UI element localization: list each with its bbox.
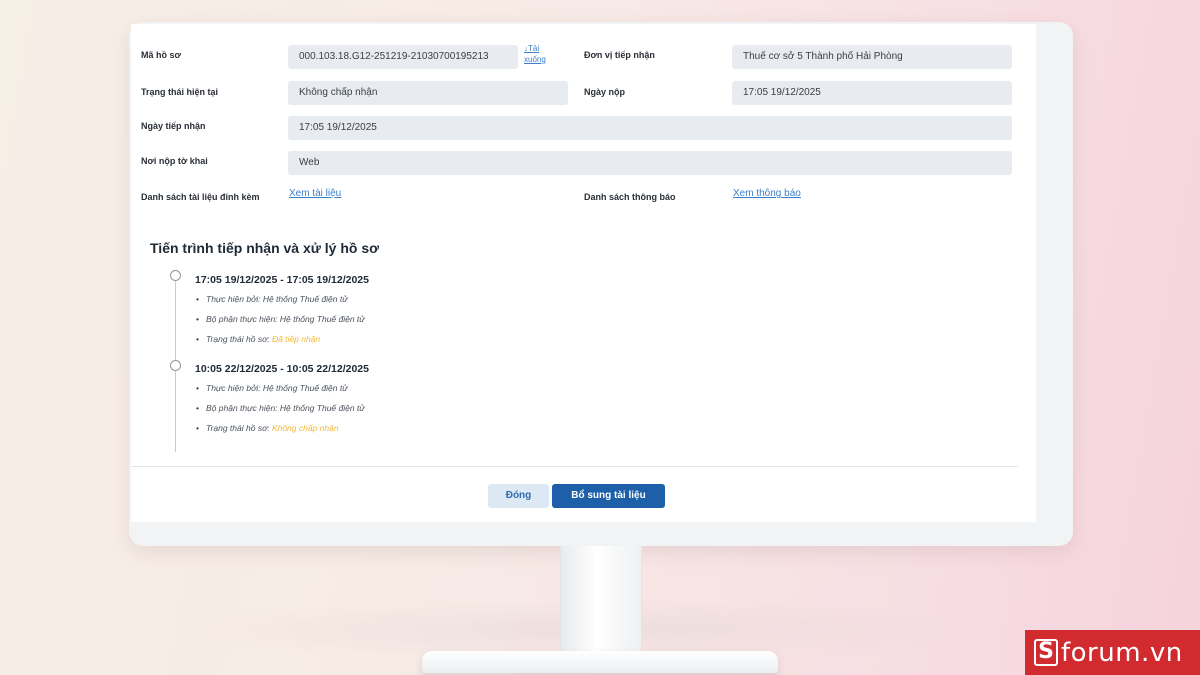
monitor-stand-neck xyxy=(560,546,642,654)
thong-bao-label: Danh sách thông báo xyxy=(584,192,676,202)
footer-divider xyxy=(131,466,1018,467)
timeline-department: Bộ phận thực hiện: Hệ thống Thuế điện tử xyxy=(196,403,365,413)
ngay-tiep-nhan-field: 17:05 19/12/2025 xyxy=(288,116,1012,140)
close-button[interactable]: Đóng xyxy=(488,484,549,508)
trang-thai-field: Không chấp nhận xyxy=(288,81,568,105)
timeline-department: Bộ phận thực hiện: Hệ thống Thuế điện tử xyxy=(196,314,365,324)
ma-ho-so-label: Mã hồ sơ xyxy=(141,50,181,60)
timeline-entry-time: 17:05 19/12/2025 - 17:05 19/12/2025 xyxy=(195,274,369,286)
ngay-nop-field: 17:05 19/12/2025 xyxy=(732,81,1012,105)
ma-ho-so-field: 000.103.18.G12-251219-21030700195213 xyxy=(288,45,518,69)
monitor-screen: Mã hồ sơ 000.103.18.G12-251219-210307001… xyxy=(131,24,1036,522)
ngay-nop-label: Ngày nộp xyxy=(584,87,626,97)
noi-nop-label: Nơi nộp tờ khai xyxy=(141,156,208,166)
xem-thong-bao-link[interactable]: Xem thông báo xyxy=(733,188,801,199)
timeline-status-value: Không chấp nhận xyxy=(271,423,339,433)
timeline-dot-icon xyxy=(170,360,181,371)
timeline-status-label: Trạng thái hồ sơ: xyxy=(206,423,272,433)
timeline-status-label: Trạng thái hồ sơ: xyxy=(206,334,272,344)
don-vi-tiep-nhan-label: Đơn vị tiếp nhận xyxy=(584,50,655,60)
timeline-status-value: Đã tiếp nhận xyxy=(271,334,321,344)
noi-nop-field: Web xyxy=(288,151,1012,175)
xem-tai-lieu-link[interactable]: Xem tài liệu xyxy=(289,188,341,199)
sforum-logo: S forum.vn xyxy=(1025,630,1200,675)
timeline-title: Tiến trình tiếp nhận và xử lý hồ sơ xyxy=(150,240,380,256)
timeline-dot-icon xyxy=(170,270,181,281)
don-vi-tiep-nhan-field: Thuế cơ sở 5 Thành phố Hải Phòng xyxy=(732,45,1012,69)
monitor-stand-base xyxy=(422,651,778,673)
tai-lieu-label: Danh sách tài liệu đính kèm xyxy=(141,192,260,202)
timeline-status: Trạng thái hồ sơ: Không chấp nhận xyxy=(196,423,339,433)
timeline-entry-time: 10:05 22/12/2025 - 10:05 22/12/2025 xyxy=(195,363,369,375)
timeline-performed-by: Thực hiện bởi: Hệ thống Thuế điện tử xyxy=(196,383,348,393)
timeline-status: Trạng thái hồ sơ: Đã tiếp nhận xyxy=(196,334,321,344)
download-link[interactable]: ↓Tải xuống xyxy=(524,43,558,65)
timeline-performed-by: Thực hiện bởi: Hệ thống Thuế điện tử xyxy=(196,294,348,304)
sforum-logo-letter: S xyxy=(1034,639,1058,666)
add-documents-button[interactable]: Bổ sung tài liệu xyxy=(552,484,665,508)
trang-thai-label: Trạng thái hiện tại xyxy=(141,87,219,97)
ngay-tiep-nhan-label: Ngày tiếp nhận xyxy=(141,121,206,131)
sforum-logo-text: forum.vn xyxy=(1061,637,1183,668)
